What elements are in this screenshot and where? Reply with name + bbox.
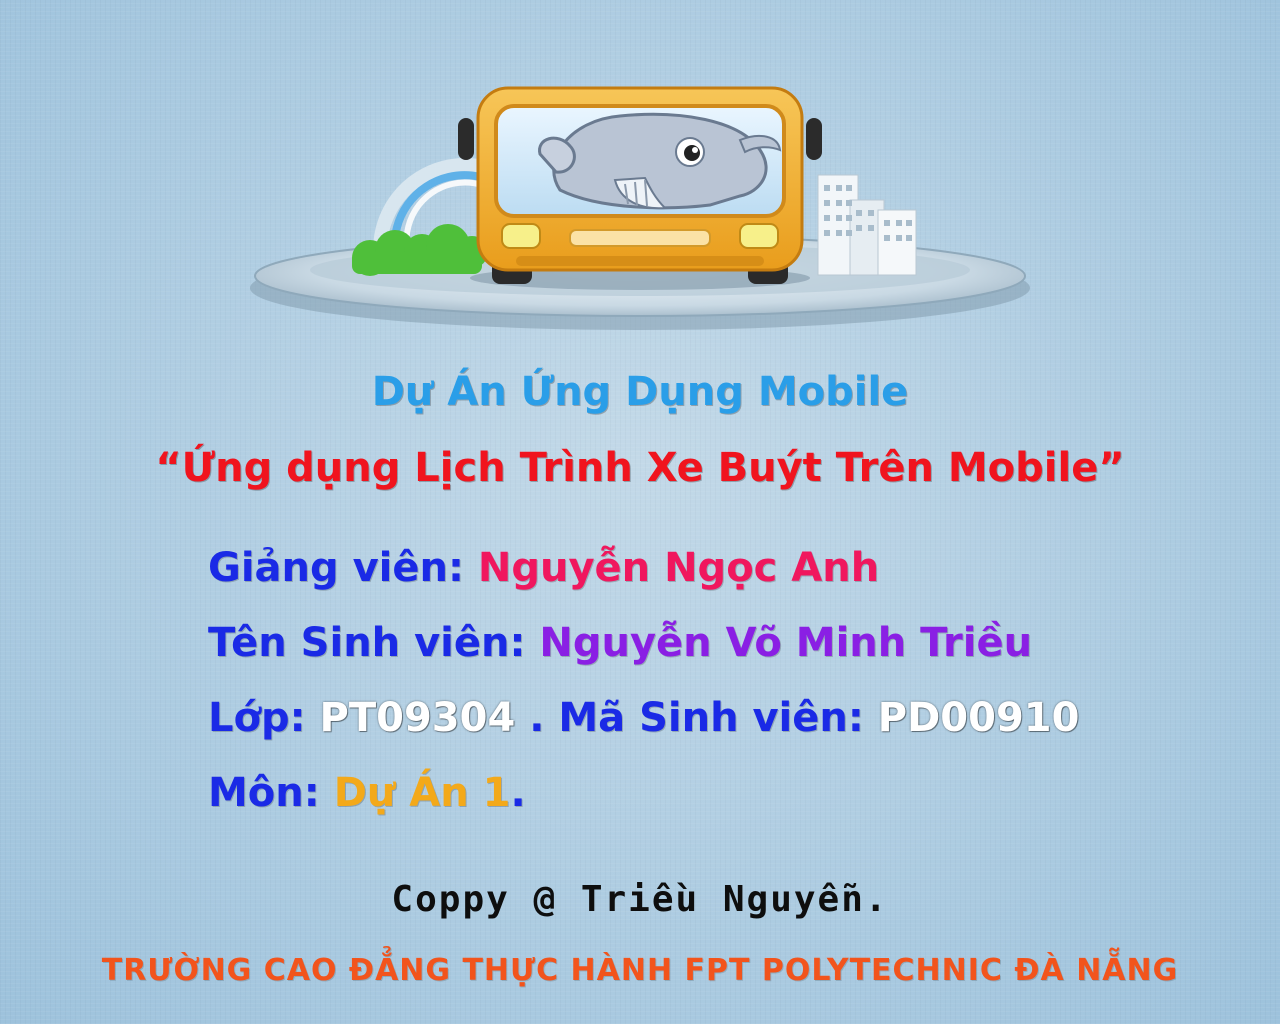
subject-suffix: . — [510, 770, 526, 816]
subject-label: Môn: — [208, 770, 334, 816]
bushes-icon — [352, 224, 488, 276]
school-name: TRƯỜNG CAO ĐẲNG THỰC HÀNH FPT POLYTECHNI… — [101, 953, 1179, 988]
lecturer-name: Nguyễn Ngọc Anh — [477, 545, 880, 591]
left-headlight — [501, 223, 541, 249]
bus-logo — [250, 86, 1030, 330]
student-label: Tên Sinh viên: — [208, 620, 540, 666]
project-subtitle: “Ứng dụng Lịch Trình Xe Buýt Trên Mobile… — [155, 445, 1125, 491]
copyright-text: Coppy @ Triều Nguyễn. — [391, 879, 889, 920]
lecturer-line: Giảng viên: Nguyễn Ngọc Anh — [208, 548, 879, 588]
left-mirror — [458, 118, 474, 160]
project-title: Dự Án Ứng Dụng Mobile — [371, 369, 909, 415]
class-label: Lớp: — [208, 695, 320, 741]
student-id: PD00910 — [877, 695, 1080, 741]
buildings-icon — [817, 174, 917, 276]
class-line: Lớp: PT09304 . Mã Sinh viên: PD00910 — [208, 698, 1079, 738]
bus-grille — [569, 229, 711, 247]
subject-name: Dự Án 1 — [333, 770, 511, 816]
student-name: Nguyễn Võ Minh Triều — [539, 620, 1033, 666]
class-separator: . — [515, 695, 559, 741]
student-id-label: Mã Sinh viên: — [558, 695, 878, 741]
subject-line: Môn: Dự Án 1. — [208, 773, 526, 813]
lecturer-label: Giảng viên: — [208, 545, 478, 591]
class-code: PT09304 — [319, 695, 516, 741]
student-line: Tên Sinh viên: Nguyễn Võ Minh Triều — [208, 623, 1032, 663]
right-mirror — [806, 118, 822, 160]
right-headlight — [739, 223, 779, 249]
